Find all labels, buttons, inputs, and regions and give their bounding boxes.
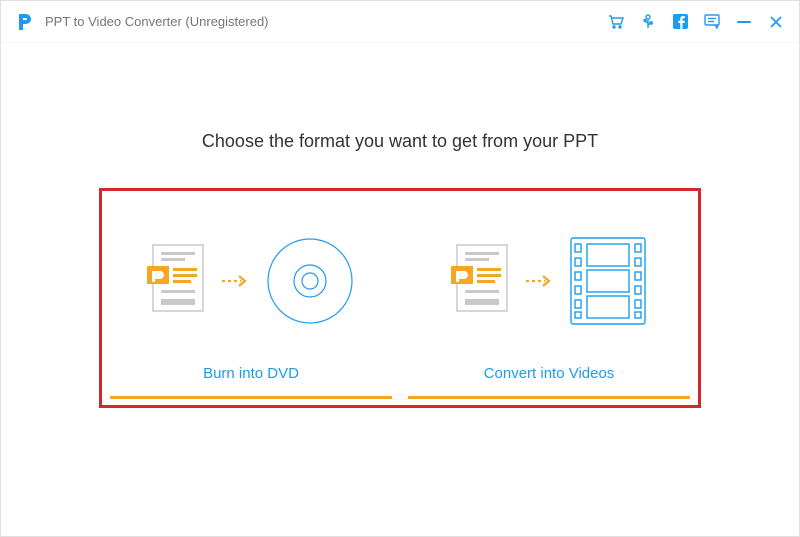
option-convert-videos-label: Convert into Videos [408, 353, 690, 396]
window-title: PPT to Video Converter (Unregistered) [45, 14, 269, 29]
card-underline [408, 396, 690, 399]
ppt-document-icon [451, 244, 509, 323]
dvd-disc-icon [265, 236, 355, 331]
option-convert-videos-body [408, 199, 690, 353]
cart-icon[interactable] [607, 13, 625, 31]
facebook-icon[interactable] [671, 13, 689, 31]
card-underline [110, 396, 392, 399]
arrow-right-icon [221, 273, 249, 294]
option-burn-dvd-label: Burn into DVD [110, 353, 392, 396]
arrow-right-icon [525, 273, 553, 294]
feedback-icon[interactable] [703, 13, 721, 31]
titlebar: PPT to Video Converter (Unregistered) [1, 1, 799, 43]
main-content: Choose the format you want to get from y… [1, 43, 799, 536]
minimize-icon[interactable] [735, 13, 753, 31]
page-heading: Choose the format you want to get from y… [21, 131, 779, 152]
ppt-document-icon [147, 244, 205, 323]
option-burn-dvd-body [110, 199, 392, 353]
titlebar-actions [607, 13, 785, 31]
option-burn-dvd[interactable]: Burn into DVD [110, 199, 392, 399]
options-highlight: Burn into DVD [99, 188, 701, 408]
app-logo-icon [15, 11, 37, 33]
usb-icon[interactable] [639, 13, 657, 31]
app-window: PPT to Video Converter (Unregistered) [0, 0, 800, 537]
option-convert-videos[interactable]: Convert into Videos [408, 199, 690, 399]
close-icon[interactable] [767, 13, 785, 31]
video-film-icon [569, 236, 647, 331]
